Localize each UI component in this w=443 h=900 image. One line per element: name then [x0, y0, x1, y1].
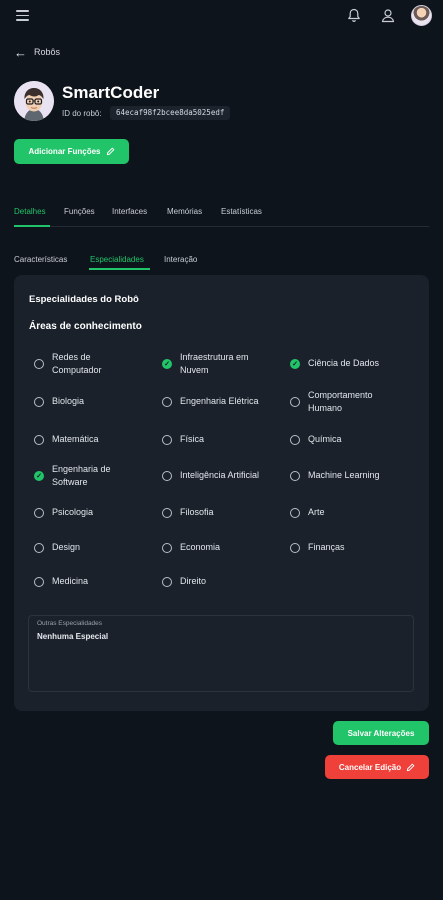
cancel-button[interactable]: Cancelar Edição — [325, 755, 429, 779]
specialty-option-label: Física — [180, 434, 205, 445]
save-button[interactable]: Salvar Alterações — [333, 721, 429, 745]
checkbox-unchecked[interactable] — [162, 508, 172, 518]
specialty-option[interactable]: Engenharia de Software — [34, 463, 142, 489]
checkbox-checked[interactable] — [34, 471, 44, 481]
arrow-left-icon: ← — [14, 44, 27, 60]
specialty-option[interactable]: Biologia — [34, 389, 142, 415]
specialty-option-label: Arte — [308, 507, 325, 518]
specialty-option[interactable]: Psicologia — [34, 500, 142, 526]
specialty-option[interactable]: Química — [290, 427, 398, 453]
user-icon[interactable] — [381, 8, 395, 23]
specialty-option-label: Inteligência Artificial — [180, 470, 260, 481]
checkbox-unchecked[interactable] — [162, 397, 172, 407]
robot-avatar — [14, 81, 54, 121]
specialty-option[interactable]: Direito — [162, 569, 270, 595]
tab-estatisticas[interactable]: Estatísticas — [221, 207, 262, 216]
checkbox-checked[interactable] — [290, 359, 300, 369]
areas-title: Áreas de conhecimento — [29, 321, 142, 332]
checkbox-unchecked[interactable] — [290, 397, 300, 407]
back-link[interactable]: ← Robôs — [14, 44, 60, 60]
add-functions-button[interactable]: Adicionar Funções — [14, 139, 129, 164]
checkbox-unchecked[interactable] — [162, 435, 172, 445]
specialty-option-label: Machine Learning — [308, 470, 380, 481]
specialty-option[interactable]: Economia — [162, 535, 270, 561]
specialty-option[interactable]: Finanças — [290, 535, 398, 561]
tab-active-indicator — [14, 225, 50, 227]
tab-funcoes[interactable]: Funções — [64, 207, 95, 216]
add-functions-label: Adicionar Funções — [28, 147, 101, 156]
checkbox-unchecked[interactable] — [290, 508, 300, 518]
cancel-label: Cancelar Edição — [338, 762, 402, 772]
specialty-option-label: Direito — [180, 576, 207, 587]
specialty-option[interactable]: Redes de Computador — [34, 351, 142, 377]
card-title: Especialidades do Robô — [29, 294, 139, 305]
specialty-option[interactable]: Engenharia Elétrica — [162, 389, 270, 415]
specialty-option-label: Infraestrutura em Nuvem — [180, 351, 249, 376]
pencil-icon — [406, 763, 415, 771]
specialty-option[interactable]: Medicina — [34, 569, 142, 595]
robot-avatar-image — [14, 81, 54, 121]
bell-icon[interactable] — [347, 8, 361, 23]
hamburger-icon[interactable] — [16, 10, 29, 21]
save-label: Salvar Alterações — [347, 728, 415, 738]
subtab-caracteristicas[interactable]: Características — [14, 255, 67, 264]
tab-detalhes[interactable]: Detalhes — [14, 207, 46, 216]
specialty-option-label: Biologia — [52, 396, 85, 407]
checkbox-unchecked[interactable] — [290, 471, 300, 481]
other-specialties-field[interactable]: Outras Especialidades Nenhuma Especial — [28, 615, 414, 692]
specialty-option[interactable]: Design — [34, 535, 142, 561]
tab-memorias[interactable]: Memórias — [167, 207, 202, 216]
robot-id-label: ID do robô: — [62, 109, 102, 118]
specialty-option-label: Design — [52, 542, 81, 553]
specialty-option[interactable]: Matemática — [34, 427, 142, 453]
specialty-option[interactable]: Machine Learning — [290, 463, 398, 489]
subtab-interacao[interactable]: Interação — [164, 255, 197, 264]
specialty-option[interactable]: Comportamento Humano — [290, 389, 398, 415]
checkbox-unchecked[interactable] — [34, 577, 44, 587]
specialty-option-label: Química — [308, 434, 342, 445]
checkbox-unchecked[interactable] — [162, 577, 172, 587]
checkbox-unchecked[interactable] — [34, 543, 44, 553]
specialty-option-label: Economia — [180, 542, 221, 553]
back-label: Robôs — [34, 47, 61, 57]
specialties-card: Especialidades do Robô Áreas de conhecim… — [14, 275, 429, 711]
checkbox-checked[interactable] — [162, 359, 172, 369]
checkbox-unchecked[interactable] — [34, 508, 44, 518]
specialty-option[interactable]: Inteligência Artificial — [162, 463, 270, 489]
specialty-option-label: Redes de Computador — [52, 351, 102, 376]
robot-name: SmartCoder — [62, 83, 160, 102]
specialty-option[interactable]: Ciência de Dados — [290, 351, 398, 377]
specialty-option[interactable]: Física — [162, 427, 270, 453]
subtab-especialidades[interactable]: Especialidades — [90, 255, 144, 264]
specialty-option-label: Finanças — [308, 542, 345, 553]
specialty-option-label: Comportamento Humano — [308, 389, 373, 414]
checkbox-unchecked[interactable] — [162, 543, 172, 553]
specialty-option-label: Engenharia de Software — [52, 463, 111, 488]
avatar[interactable] — [411, 5, 432, 26]
checkbox-unchecked[interactable] — [290, 435, 300, 445]
specialty-option-label: Matemática — [52, 434, 99, 445]
specialty-option[interactable]: Infraestrutura em Nuvem — [162, 351, 270, 377]
top-bar — [0, 0, 443, 32]
tab-interfaces[interactable]: Interfaces — [112, 207, 147, 216]
checkbox-unchecked[interactable] — [290, 543, 300, 553]
checkbox-unchecked[interactable] — [34, 359, 44, 369]
main-tabs: Detalhes Funções Interfaces Memórias Est… — [14, 205, 429, 227]
checkbox-unchecked[interactable] — [34, 435, 44, 445]
checkbox-unchecked[interactable] — [162, 471, 172, 481]
specialty-option-label: Filosofia — [180, 507, 214, 518]
specialty-option-label: Engenharia Elétrica — [180, 396, 259, 407]
specialty-option-label: Medicina — [52, 576, 89, 587]
other-specialties-value: Nenhuma Especial — [37, 632, 109, 641]
other-specialties-label: Outras Especialidades — [37, 620, 103, 627]
specialty-option-label: Ciência de Dados — [308, 358, 380, 369]
specialty-option-label: Psicologia — [52, 507, 94, 518]
subtab-active-indicator — [89, 268, 150, 270]
sub-tabs: Características Especialidades Interação — [14, 253, 429, 270]
checkbox-unchecked[interactable] — [34, 397, 44, 407]
pencil-icon — [106, 147, 114, 156]
robot-id-value: 64ecaf98f2bcee8da5025edf — [110, 106, 231, 120]
specialty-option[interactable]: Arte — [290, 500, 398, 526]
specialty-option[interactable]: Filosofia — [162, 500, 270, 526]
